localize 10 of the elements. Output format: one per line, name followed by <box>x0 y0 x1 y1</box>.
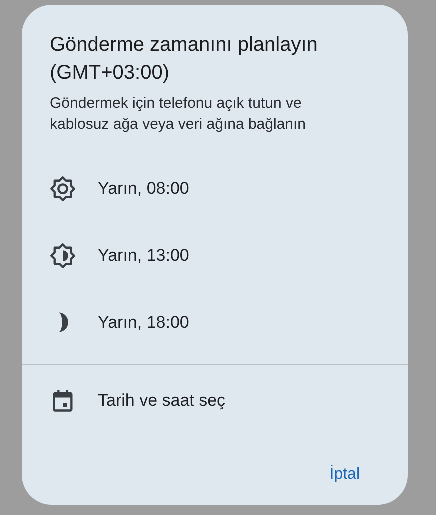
dialog-subtitle: Göndermek için telefonu açık tutun ve kablosuz ağa veya veri ağına bağlanın <box>50 94 308 135</box>
half-brightness-icon <box>50 242 76 268</box>
dialog-title: Gönderme zamanını planlayın (GMT+03:00) <box>50 33 319 86</box>
cancel-button[interactable]: İptal <box>306 456 384 494</box>
schedule-option[interactable]: Yarın, 08:00 <box>22 155 408 222</box>
schedule-option[interactable]: Yarın, 18:00 <box>22 289 408 356</box>
brightness-icon <box>50 176 76 202</box>
moon-icon <box>58 312 69 333</box>
schedule-option[interactable]: Yarın, 13:00 <box>22 222 408 289</box>
pick-date-time-option[interactable]: Tarih ve saat seç <box>22 367 408 434</box>
